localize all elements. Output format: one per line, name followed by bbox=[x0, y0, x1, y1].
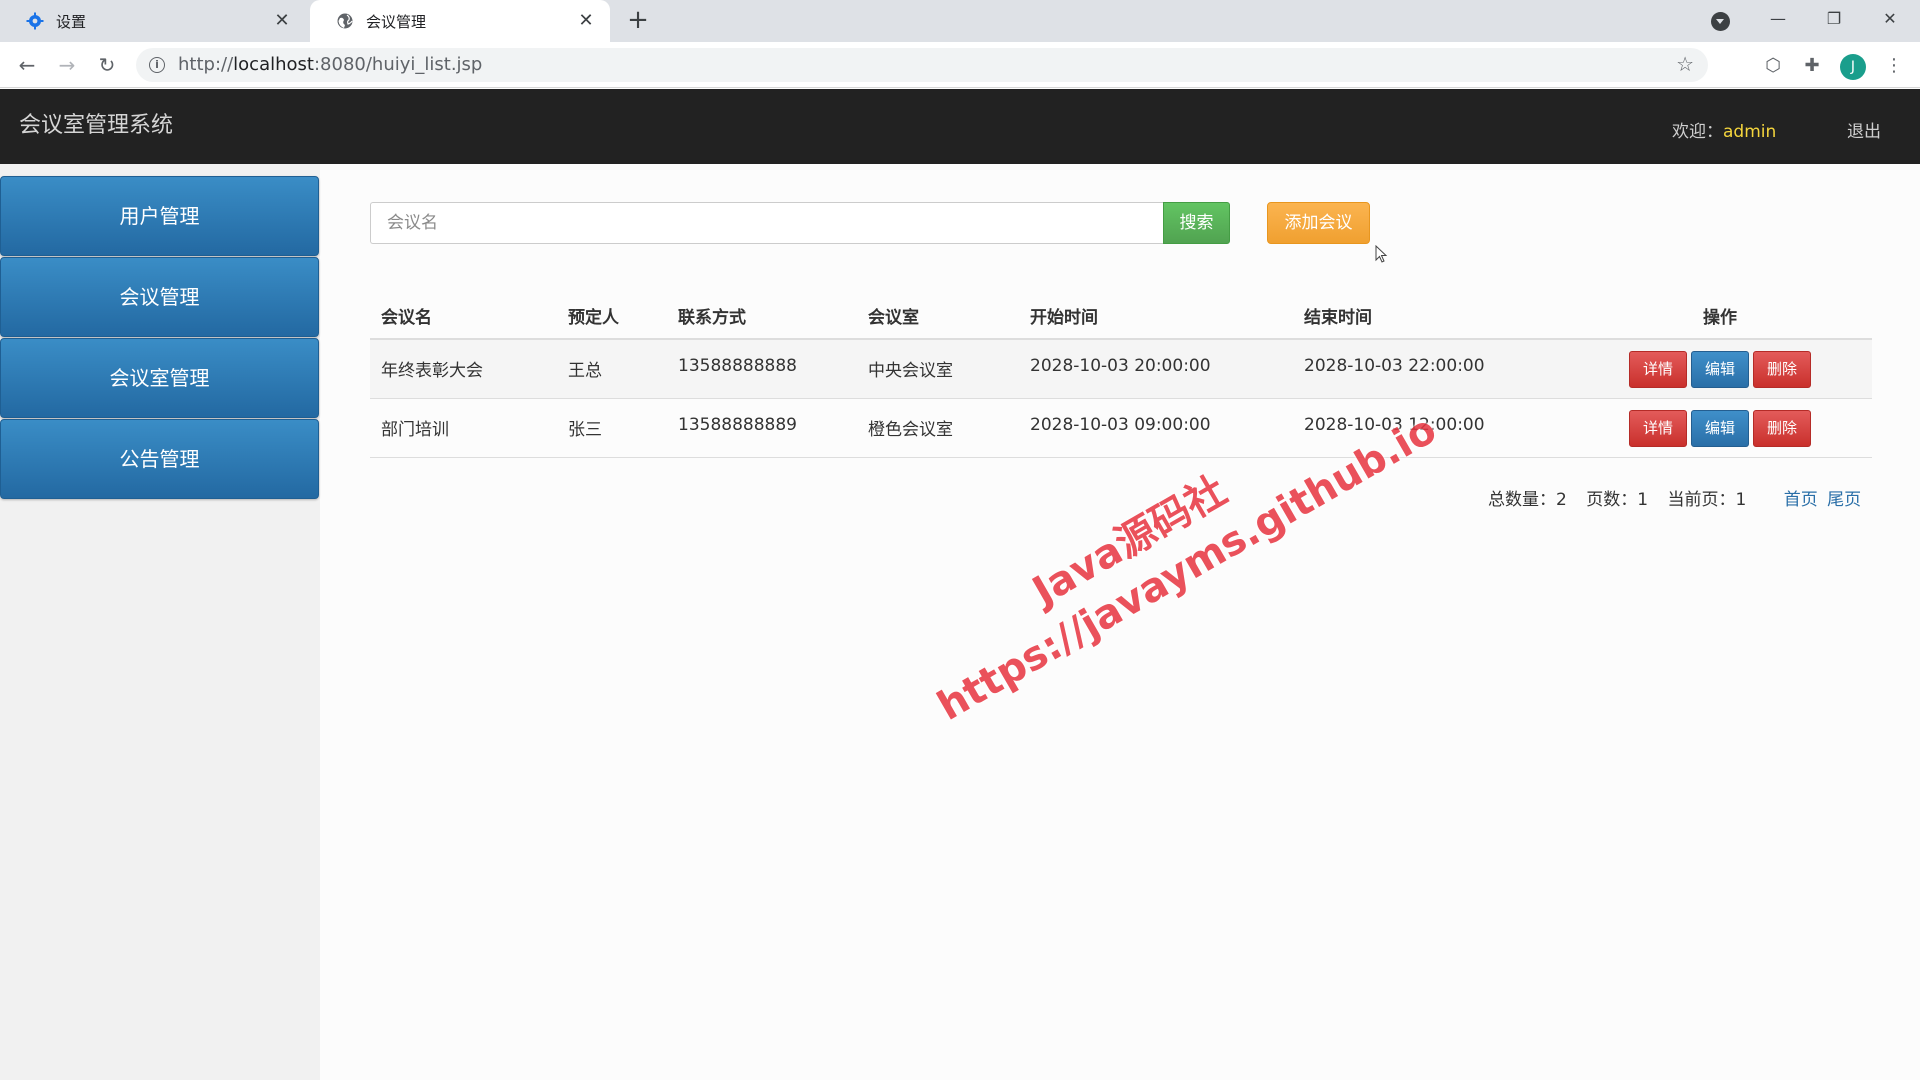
table-header-row: 会议名 预定人 联系方式 会议室 开始时间 结束时间 操作 bbox=[370, 293, 1872, 340]
browser-tabstrip: 设置 ✕ 会议管理 ✕ + — ❐ ✕ bbox=[0, 0, 1920, 42]
back-icon[interactable]: ← bbox=[12, 50, 42, 80]
new-tab-icon[interactable]: + bbox=[624, 7, 652, 35]
browser-tab-title: 设置 bbox=[56, 12, 87, 31]
table-row: 年终表彰大会 王总 13588888888 中央会议室 2028-10-03 2… bbox=[370, 339, 1872, 399]
tab-search-icon[interactable] bbox=[1711, 12, 1730, 31]
welcome-text: 欢迎：admin bbox=[1672, 122, 1777, 142]
page-count: 页数：1 bbox=[1586, 490, 1649, 510]
column-header: 结束时间 bbox=[1293, 293, 1568, 340]
cell-start-time: 2028-10-03 09:00:00 bbox=[1019, 398, 1293, 458]
cell-actions: 详情 编辑 删除 bbox=[1568, 339, 1872, 399]
more-vert-icon[interactable]: ⋮ bbox=[1882, 54, 1906, 78]
cell-contact: 13588888888 bbox=[667, 339, 857, 399]
profile-avatar[interactable]: J bbox=[1840, 54, 1866, 80]
current-page: 当前页：1 bbox=[1667, 490, 1747, 510]
info-icon[interactable]: i bbox=[149, 57, 165, 73]
detail-button[interactable]: 详情 bbox=[1629, 409, 1687, 447]
username: admin bbox=[1723, 122, 1777, 142]
delete-button[interactable]: 删除 bbox=[1753, 409, 1811, 447]
sidebar-item-users[interactable]: 用户管理 bbox=[0, 176, 319, 256]
window-close-icon[interactable]: ✕ bbox=[1862, 0, 1918, 42]
cell-contact: 13588888889 bbox=[667, 398, 857, 458]
first-page-link[interactable]: 首页 bbox=[1784, 490, 1818, 510]
browser-tab-meeting[interactable]: 会议管理 ✕ bbox=[310, 0, 610, 42]
close-icon[interactable]: ✕ bbox=[272, 11, 292, 31]
browser-tab-settings[interactable]: 设置 ✕ bbox=[0, 0, 306, 42]
meeting-name-search-input[interactable] bbox=[370, 202, 1163, 244]
sidebar: 用户管理 会议管理 会议室管理 公告管理 bbox=[0, 164, 320, 1080]
close-icon[interactable]: ✕ bbox=[576, 11, 596, 31]
reload-icon[interactable]: ↻ bbox=[92, 50, 122, 80]
column-header: 开始时间 bbox=[1019, 293, 1293, 340]
minimize-icon[interactable]: — bbox=[1750, 0, 1806, 42]
forward-icon[interactable]: → bbox=[52, 50, 82, 80]
sidebar-item-meetings[interactable]: 会议管理 bbox=[0, 257, 319, 337]
cell-room: 中央会议室 bbox=[857, 339, 1019, 399]
meeting-table: 会议名 预定人 联系方式 会议室 开始时间 结束时间 操作 年终表彰大会 王总 … bbox=[370, 293, 1872, 458]
cell-end-time: 2028-10-03 22:00:00 bbox=[1293, 339, 1568, 399]
add-meeting-button[interactable]: 添加会议 bbox=[1267, 202, 1370, 244]
cell-booker: 张三 bbox=[557, 398, 667, 458]
table-row: 部门培训 张三 13588888889 橙色会议室 2028-10-03 09:… bbox=[370, 398, 1872, 458]
search-button[interactable]: 搜索 bbox=[1163, 202, 1230, 244]
mouse-cursor-icon bbox=[1375, 245, 1388, 263]
sidebar-item-notices[interactable]: 公告管理 bbox=[0, 419, 319, 499]
bookmark-star-icon[interactable]: ☆ bbox=[1676, 52, 1694, 76]
browser-toolbar: ← → ↻ i http://localhost:8080/huiyi_list… bbox=[0, 42, 1920, 88]
extension-icon[interactable]: ⬡ bbox=[1761, 54, 1785, 78]
cell-meeting-name: 年终表彰大会 bbox=[370, 339, 557, 399]
cell-booker: 王总 bbox=[557, 339, 667, 399]
restore-icon[interactable]: ❐ bbox=[1806, 0, 1862, 42]
column-header: 会议名 bbox=[370, 293, 557, 340]
address-bar[interactable]: i http://localhost:8080/huiyi_list.jsp ☆ bbox=[136, 48, 1708, 82]
browser-tab-title: 会议管理 bbox=[366, 12, 427, 31]
cell-room: 橙色会议室 bbox=[857, 398, 1019, 458]
logout-link[interactable]: 退出 bbox=[1847, 117, 1881, 142]
pagination: 总数量：2 页数：1 当前页：1 首页 尾页 bbox=[1488, 485, 1865, 510]
cell-actions: 详情 编辑 删除 bbox=[1568, 398, 1872, 458]
edit-button[interactable]: 编辑 bbox=[1691, 351, 1749, 388]
cell-start-time: 2028-10-03 20:00:00 bbox=[1019, 339, 1293, 399]
column-header: 操作 bbox=[1568, 293, 1872, 340]
gear-icon bbox=[26, 12, 44, 30]
column-header: 会议室 bbox=[857, 293, 1019, 340]
detail-button[interactable]: 详情 bbox=[1629, 351, 1687, 388]
cell-meeting-name: 部门培训 bbox=[370, 398, 557, 458]
sidebar-item-rooms[interactable]: 会议室管理 bbox=[0, 338, 319, 418]
globe-icon bbox=[336, 12, 354, 30]
app-title: 会议室管理系统 bbox=[19, 113, 174, 138]
delete-button[interactable]: 删除 bbox=[1753, 351, 1811, 388]
edit-button[interactable]: 编辑 bbox=[1691, 409, 1749, 447]
column-header: 联系方式 bbox=[667, 293, 857, 340]
total-count: 总数量：2 bbox=[1488, 490, 1567, 510]
last-page-link[interactable]: 尾页 bbox=[1827, 490, 1861, 510]
url-text[interactable]: http://localhost:8080/huiyi_list.jsp bbox=[178, 48, 482, 82]
puzzle-icon[interactable]: ✚ bbox=[1800, 54, 1824, 78]
app-header: 会议室管理系统 欢迎：admin 退出 bbox=[0, 89, 1920, 164]
column-header: 预定人 bbox=[557, 293, 667, 340]
